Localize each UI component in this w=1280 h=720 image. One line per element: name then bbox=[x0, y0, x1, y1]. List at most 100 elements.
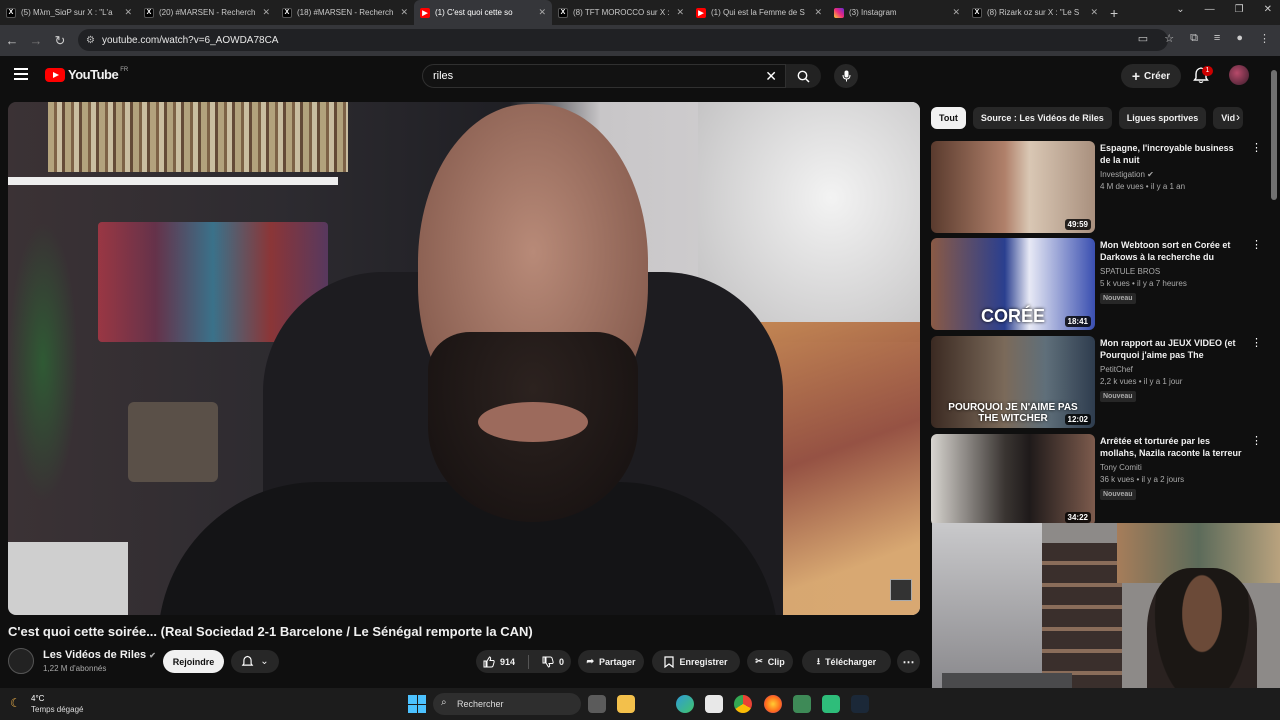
recommendation-item[interactable]: CORÉE 18:41 Mon Webtoon sort en Corée et D… bbox=[931, 238, 1271, 330]
app-icon[interactable] bbox=[793, 695, 811, 713]
maximize-icon[interactable]: ❐ bbox=[1235, 4, 1244, 15]
browser-tab[interactable]: X (8) TFT MOROCCO sur X : ✕ bbox=[552, 0, 690, 25]
hamburger-menu-icon[interactable] bbox=[14, 68, 28, 80]
download-button[interactable]: ⭳ Télécharger bbox=[802, 650, 891, 673]
filter-chip[interactable]: Ligues sportives bbox=[1118, 107, 1207, 129]
tab-close-icon[interactable]: ✕ bbox=[814, 7, 822, 18]
site-info-icon[interactable]: ⚙ bbox=[86, 35, 95, 46]
search-input[interactable]: riles ✕ bbox=[422, 64, 786, 88]
browser-tab[interactable]: X (8) Rizark oz sur X : "Le S ✕ bbox=[966, 0, 1104, 25]
forward-icon[interactable]: → bbox=[24, 33, 48, 48]
channel-name-text: Les Vidéos de Riles bbox=[43, 649, 147, 661]
url-field[interactable]: ⚙ youtube.com/watch?v=6_AOWDA78CA bbox=[78, 29, 1168, 51]
browser-tab[interactable]: ▶ (1) C'est quoi cette so ✕ bbox=[414, 0, 552, 25]
tab-close-icon[interactable]: ✕ bbox=[676, 7, 684, 18]
windows-start-icon[interactable] bbox=[408, 695, 426, 713]
file-explorer-icon[interactable] bbox=[617, 695, 635, 713]
youtube-play-icon bbox=[45, 67, 65, 82]
video-player[interactable] bbox=[8, 102, 920, 615]
more-vertical-icon[interactable]: ⋮ bbox=[1251, 336, 1262, 349]
page-scrollbar[interactable] bbox=[1271, 70, 1277, 200]
media-control-icon[interactable]: ≡ bbox=[1214, 32, 1220, 45]
profile-icon[interactable]: ● bbox=[1236, 32, 1243, 45]
tab-close-icon[interactable]: ✕ bbox=[538, 7, 546, 18]
save-label: Enregistrer bbox=[679, 656, 728, 667]
clear-search-icon[interactable]: ✕ bbox=[765, 68, 777, 85]
tab-close-icon[interactable]: ✕ bbox=[1090, 7, 1098, 18]
reload-icon[interactable]: ↻ bbox=[48, 33, 72, 49]
browser-tab[interactable]: X (20) #MARSEN - Recherch ✕ bbox=[138, 0, 276, 25]
subscription-bell-button[interactable]: ⌄ bbox=[231, 650, 279, 673]
minimize-icon[interactable]: — bbox=[1205, 4, 1215, 15]
recommendation-title[interactable]: Mon Webtoon sort en Corée et Darkows à l… bbox=[1100, 239, 1244, 264]
spotify-like-icon[interactable] bbox=[822, 695, 840, 713]
back-icon[interactable]: ← bbox=[0, 33, 24, 48]
recommendation-channel-text[interactable]: PetitChef bbox=[1100, 365, 1133, 374]
tab-close-icon[interactable]: ✕ bbox=[400, 7, 408, 18]
recommendation-title[interactable]: Espagne, l'incroyable business de la nui… bbox=[1100, 142, 1244, 166]
task-view-icon[interactable] bbox=[588, 695, 606, 713]
browser-menu-icon[interactable]: ⋮ bbox=[1259, 32, 1270, 45]
video-duration: 49:59 bbox=[1064, 219, 1091, 230]
recommendation-channel: Tony Comiti bbox=[1100, 463, 1142, 472]
share-button[interactable]: ➦ Partager bbox=[578, 650, 644, 673]
like-button[interactable]: 914 bbox=[483, 655, 515, 668]
steam-icon[interactable] bbox=[851, 695, 869, 713]
channel-watermark[interactable] bbox=[890, 579, 912, 601]
store-icon[interactable] bbox=[705, 695, 723, 713]
account-avatar[interactable] bbox=[1229, 65, 1249, 85]
create-button[interactable]: + Créer bbox=[1121, 64, 1181, 88]
recommendation-item[interactable]: 49:59 Espagne, l'incroyable business de l… bbox=[931, 141, 1271, 233]
video-thumbnail[interactable]: POURQUOI JE N'AIME PAS THE WITCHER 12:02 bbox=[931, 336, 1095, 428]
recommendation-channel-text[interactable]: Investigation bbox=[1100, 170, 1145, 179]
recommendation-item[interactable]: 34:22 Arrêtée et torturée par les mollahs… bbox=[931, 434, 1271, 526]
youtube-logo[interactable]: YouTube FR bbox=[45, 67, 128, 82]
cast-icon[interactable]: ▭ bbox=[1138, 32, 1148, 45]
recommendation-title[interactable]: Mon rapport au JEUX VIDEO (et Pourquoi j… bbox=[1100, 337, 1244, 362]
chrome-icon[interactable] bbox=[734, 695, 752, 713]
browser-tab[interactable]: X (18) #MARSEN - Recherch ✕ bbox=[276, 0, 414, 25]
plus-icon: + bbox=[1131, 68, 1141, 84]
edge-icon[interactable] bbox=[676, 695, 694, 713]
dislike-button[interactable]: 0 bbox=[542, 656, 564, 668]
weather-moon-icon[interactable]: ☾ bbox=[10, 696, 21, 710]
recommendation-item[interactable]: POURQUOI JE N'AIME PAS THE WITCHER 12:02 M… bbox=[931, 336, 1271, 428]
browser-tab[interactable]: ▶ (1) Qui est la Femme de S ✕ bbox=[690, 0, 828, 25]
video-title: C'est quoi cette soirée... (Real Socieda… bbox=[8, 624, 533, 639]
video-thumbnail[interactable]: 34:22 bbox=[931, 434, 1095, 526]
firefox-icon[interactable] bbox=[764, 695, 782, 713]
recommendation-title[interactable]: Arrêtée et torturée par les mollahs, Naz… bbox=[1100, 435, 1244, 459]
filter-chip[interactable]: Tout bbox=[931, 107, 966, 129]
more-actions-button[interactable]: ⋯ bbox=[897, 650, 920, 673]
video-thumbnail[interactable]: CORÉE 18:41 bbox=[931, 238, 1095, 330]
bookmark-star-icon[interactable]: ☆ bbox=[1164, 32, 1174, 45]
browser-tab[interactable]: (3) Instagram ✕ bbox=[828, 0, 966, 25]
channel-avatar[interactable] bbox=[8, 648, 34, 674]
clip-button[interactable]: ✂ Clip bbox=[747, 650, 793, 673]
share-label: Partager bbox=[599, 656, 636, 667]
tab-title: (8) Rizark oz sur X : "Le S bbox=[987, 8, 1080, 17]
extensions-icon[interactable]: ⧉ bbox=[1190, 32, 1198, 45]
more-vertical-icon[interactable]: ⋮ bbox=[1251, 434, 1262, 447]
tab-close-icon[interactable]: ✕ bbox=[124, 7, 132, 18]
weather-description: Temps dégagé bbox=[31, 705, 84, 714]
more-vertical-icon[interactable]: ⋮ bbox=[1251, 141, 1262, 154]
more-vertical-icon[interactable]: ⋮ bbox=[1251, 238, 1262, 251]
filter-chip[interactable]: Source : Les Vidéos de Riles bbox=[972, 107, 1112, 129]
close-window-icon[interactable]: ✕ bbox=[1264, 4, 1272, 15]
tab-close-icon[interactable]: ✕ bbox=[952, 7, 960, 18]
video-thumbnail[interactable]: 49:59 bbox=[931, 141, 1095, 233]
taskbar-search-field[interactable]: ⌕ Rechercher bbox=[433, 693, 581, 715]
chevron-right-icon[interactable]: › bbox=[1236, 110, 1240, 124]
voice-search-button[interactable] bbox=[834, 64, 858, 88]
tab-close-icon[interactable]: ✕ bbox=[262, 7, 270, 18]
browser-tab[interactable]: X (5) Mλm_SiαP sur X : "L'a ✕ bbox=[0, 0, 138, 25]
join-button[interactable]: Rejoindre bbox=[163, 650, 224, 673]
new-tab-button[interactable]: + bbox=[1110, 5, 1118, 21]
recommendation-channel-text[interactable]: Tony Comiti bbox=[1100, 463, 1142, 472]
save-button[interactable]: Enregistrer bbox=[652, 650, 740, 673]
tab-search-icon[interactable]: ⌄ bbox=[1176, 4, 1184, 15]
recommendation-channel-text[interactable]: SPATULE BROS bbox=[1100, 267, 1160, 276]
search-button[interactable] bbox=[786, 64, 821, 88]
channel-name[interactable]: Les Vidéos de Riles ✔ bbox=[43, 649, 156, 661]
